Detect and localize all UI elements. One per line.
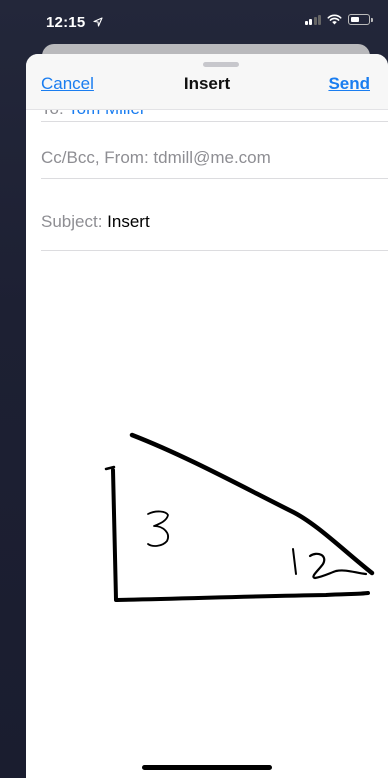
status-indicators [304,14,373,25]
sketch-base-line [115,591,370,602]
sketch-label-half [308,552,368,580]
sketch-label-3 [147,510,169,547]
mail-compose-sheet: To: Tom Miller Cancel Insert Send Cc/Bcc… [26,54,388,778]
cc-bcc-from-field[interactable]: Cc/Bcc, From: tdmill@me.com [41,122,388,179]
message-body-sketch[interactable] [26,251,388,778]
cc-bcc-from-label: Cc/Bcc, From: [41,148,149,167]
subject-label: Subject: [41,212,103,231]
from-address: tdmill@me.com [153,148,271,167]
subject-input[interactable]: Insert [107,212,150,231]
sketch-hypotenuse [129,432,375,576]
clock-time: 12:15 [46,14,86,31]
status-time: 12:15 [46,14,103,31]
home-indicator[interactable] [142,765,272,770]
compose-navbar: Cancel Insert Send [26,54,388,110]
battery-icon [348,14,373,25]
cellular-signal-icon [304,14,321,25]
subject-field[interactable]: Subject: Insert [41,179,388,251]
cancel-button[interactable]: Cancel [41,74,94,94]
sketch-vertical-line [111,468,118,602]
sketch-label-1 [292,548,297,575]
send-button[interactable]: Send [328,74,370,94]
sheet-grabber[interactable] [203,62,239,67]
status-bar: 12:15 [0,0,388,44]
location-arrow-icon [93,17,103,27]
wifi-icon [327,14,342,25]
